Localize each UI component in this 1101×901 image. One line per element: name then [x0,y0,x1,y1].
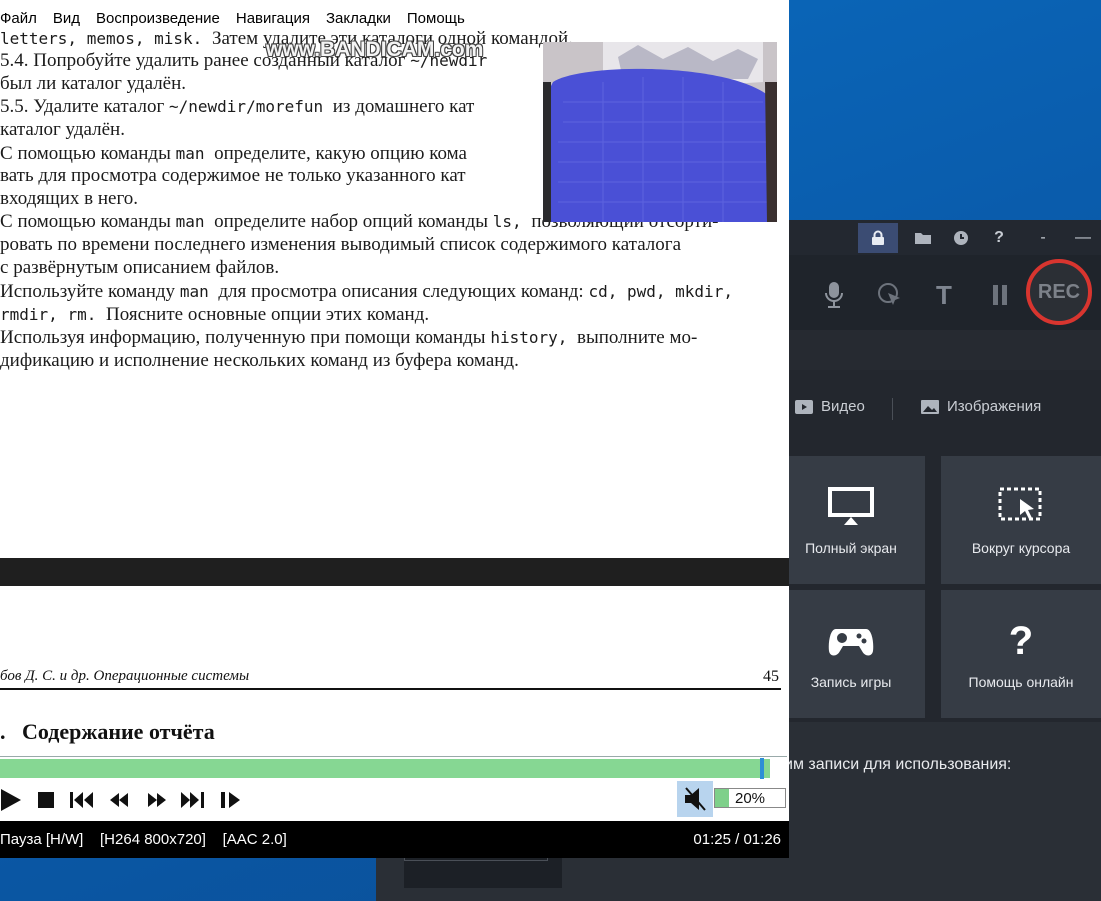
document-line: вать для просмотра содержимое не только … [0,165,466,186]
lock-icon[interactable] [858,223,898,253]
clock-icon[interactable] [946,223,976,253]
mode-fullscreen-label: Полный экран [805,540,897,556]
mute-button[interactable] [677,781,713,817]
cursor-area-icon [998,484,1044,530]
gamepad-icon [828,618,874,664]
document-line: дификацию и исполнение нескольких команд… [0,350,519,371]
speaker-muted-icon [685,787,706,811]
document-line: rmdir, rm. Поясните основные опции этих … [0,304,430,325]
minimize-button[interactable]: - [1031,223,1055,253]
document-line: 5.5. Удалите каталог ~/newdir/morefun из… [0,96,475,117]
play-icon[interactable] [0,788,22,812]
document-line: Используя информацию, полученную при пом… [0,327,698,348]
document-line: ровать по времени последнего изменения в… [0,234,682,255]
footer-rule [0,688,781,690]
folder-icon[interactable] [908,223,938,253]
fast-forward-icon[interactable] [146,788,168,812]
volume-slider[interactable]: 20% [714,788,786,808]
text-icon[interactable]: T [926,277,962,313]
tab-video[interactable]: Видео [795,398,865,415]
cursor-effect-icon[interactable] [872,277,908,313]
mode-around-cursor[interactable]: Вокруг курсора [941,456,1101,584]
video-icon [795,399,813,414]
mode-help-online[interactable]: ? Помощь онлайн [941,590,1101,718]
mode-help-online-label: Помощь онлайн [968,674,1074,690]
page-number: 45 [763,668,779,685]
document-line: с развёрнутым описанием файлов. [0,257,280,278]
skip-back-icon[interactable] [70,788,94,812]
document-page-2: бов Д. С. и др. Операционные системы 45 … [0,586,789,756]
seek-bar[interactable] [0,756,787,781]
stop-icon[interactable] [36,788,56,812]
bandicam-watermark: www.BANDICAM.com [266,38,484,61]
status-bar: Пауза [H/W] [H264 800x720] [AAC 2.0] 01:… [0,821,789,858]
skip-forward-icon[interactable] [180,788,204,812]
seek-thumb[interactable] [760,758,764,779]
document-line: Используйте команду man для просмотра оп… [0,281,733,302]
page-gap [0,558,789,586]
pause-icon[interactable] [982,277,1018,313]
playback-controls: 20% [0,780,789,821]
monitor-icon [828,484,874,530]
frame-step-icon[interactable] [220,788,242,812]
document-line: входящих в него. [0,188,139,209]
question-icon: ? [1008,618,1034,663]
time-display: 01:25 / 01:26 [693,831,781,848]
status-info: Пауза [H/W] [H264 800x720] [AAC 2.0] [0,831,287,848]
mode-hint-text: им записи для использования: [784,756,1012,773]
document-line: каталог удалён. [0,119,125,140]
microphone-icon[interactable] [816,277,852,313]
volume-label: 20% [735,790,766,807]
document-line: С помощью команды man определите, какую … [0,143,467,164]
tab-video-label: Видео [821,398,865,415]
tab-images-label: Изображения [947,398,1042,415]
mode-around-cursor-label: Вокруг курсора [971,540,1071,556]
seek-progress [0,759,770,778]
volume-level [715,789,729,807]
document-line: был ли каталог удалён. [0,73,187,94]
page-footer-author: бов Д. С. и др. Операционные системы [0,668,250,684]
close-button[interactable]: — [1071,223,1095,253]
help-icon[interactable]: ? [984,223,1014,253]
mode-fullscreen[interactable]: Полный экран [777,456,925,584]
tab-images[interactable]: Изображения [921,398,1041,415]
mode-game[interactable]: Запись игры [777,590,925,718]
rec-button[interactable]: REC [1026,259,1092,325]
webcam-overlay [543,42,777,222]
section-heading: . Содержание отчёта [0,719,215,744]
mode-game-label: Запись игры [810,674,892,690]
image-icon [921,399,939,414]
media-player-window: Файл Вид Воспроизведение Навигация Закла… [0,0,789,858]
tab-separator [892,398,893,420]
rewind-icon[interactable] [108,788,130,812]
